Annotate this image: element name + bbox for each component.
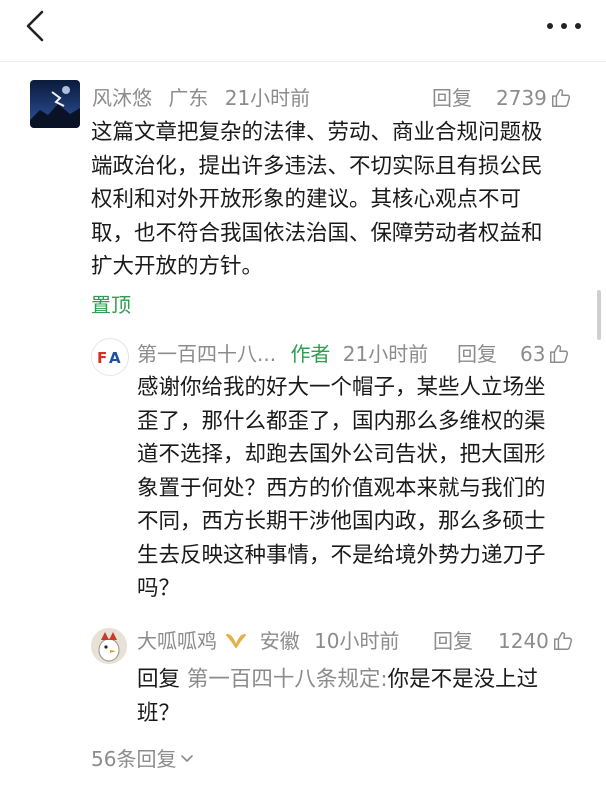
ellipsis-icon[interactable] <box>544 18 584 34</box>
text-line: 歪了，那什么都歪了，国内那么多维权的渠 <box>137 408 546 434</box>
header-divider <box>0 61 606 62</box>
text-line: 权利和对外开放形象的建议。其核心观点不可 <box>91 187 522 212</box>
like-count: 63 <box>520 342 546 366</box>
reply-button[interactable]: 回复 <box>433 628 473 654</box>
avatar[interactable] <box>91 628 127 664</box>
top-bar <box>0 0 606 58</box>
thumbs-up-icon <box>551 89 570 107</box>
thumbs-up-icon <box>553 632 572 650</box>
text-line: 端政治化，提出许多违法、不切实际且有损公民 <box>91 153 543 179</box>
like-count: 1240 <box>498 629 549 653</box>
username[interactable]: 大呱呱鸡 <box>137 629 217 653</box>
username[interactable]: 第一百四十八... <box>137 342 276 366</box>
reply-text: 回复 第一百四十八条规定:你是不是没上过 班？ <box>137 663 538 730</box>
location: 广东 <box>168 86 209 110</box>
username[interactable]: 风沐悠 <box>92 86 152 110</box>
like-button[interactable]: 2739 <box>496 85 572 111</box>
text-line: 取，也不符合我国依法治国、保障劳动者权益和 <box>91 220 543 246</box>
reply-meta: 第一百四十八... 作者 21小时前 <box>137 341 428 367</box>
thumbs-up-icon <box>550 345 569 363</box>
text-line: 不同，西方长期干涉他国内政，那么多硕士 <box>137 509 546 534</box>
comment-text: 这篇文章把复杂的法律、劳动、商业合规问题极 端政治化，提出许多违法、不切实际且有… <box>91 116 543 284</box>
gold-ribbon-icon <box>226 634 247 648</box>
avatar[interactable]: F A <box>91 338 129 376</box>
text-line: 班？ <box>137 700 181 726</box>
reply-body: 你是不是没上过 <box>387 667 539 692</box>
like-count: 2739 <box>496 86 547 110</box>
text-line: 感谢你给我的好大一个帽子，某些人立场坐 <box>137 375 546 400</box>
scrollbar[interactable] <box>597 290 601 340</box>
reply-meta: 大呱呱鸡 安徽 10小时前 <box>137 628 400 654</box>
reply-button[interactable]: 回复 <box>432 85 472 111</box>
svg-text:A: A <box>109 349 121 367</box>
text-line: 吗？ <box>137 576 181 601</box>
text-line: 扩大开放的方针。 <box>91 254 264 279</box>
reply-target-user[interactable]: 第一百四十八条规定: <box>187 667 388 692</box>
like-button[interactable]: 63 <box>520 341 570 367</box>
timestamp: 21小时前 <box>342 342 429 366</box>
text-line: 道不选择，却跑去国外公司告状，把大国形 <box>137 442 546 467</box>
chevron-down-icon <box>181 755 194 762</box>
avatar[interactable] <box>30 80 80 128</box>
text-line: 这篇文章把复杂的法律、劳动、商业合规问题极 <box>91 120 543 145</box>
chevron-left-icon[interactable] <box>22 8 50 44</box>
pinned-badge: 置顶 <box>91 293 131 317</box>
author-badge: 作者 <box>290 342 331 366</box>
reply-text: 感谢你给我的好大一个帽子，某些人立场坐 歪了，那什么都歪了，国内那么多维权的渠 … <box>137 371 546 606</box>
reply-button[interactable]: 回复 <box>457 341 497 367</box>
text-line: 生去反映这种事情，不是给境外势力递刀子 <box>137 542 546 568</box>
svg-text:F: F <box>97 349 107 367</box>
text-line: 象置于何处？西方的价值观本来就与我们的 <box>137 475 546 501</box>
timestamp: 10小时前 <box>314 629 400 653</box>
text-line: 回复 第一百四十八条规定:你是不是没上过 <box>137 663 538 697</box>
comment-meta: 风沐悠 广东 21小时前 <box>92 85 310 111</box>
like-button[interactable]: 1240 <box>498 628 574 654</box>
location: 安徽 <box>259 629 300 653</box>
reply-prefix: 回复 <box>137 667 181 692</box>
timestamp: 21小时前 <box>224 86 311 110</box>
more-replies-label: 56条回复 <box>91 747 177 771</box>
more-replies-link[interactable]: 56条回复 <box>91 746 194 772</box>
